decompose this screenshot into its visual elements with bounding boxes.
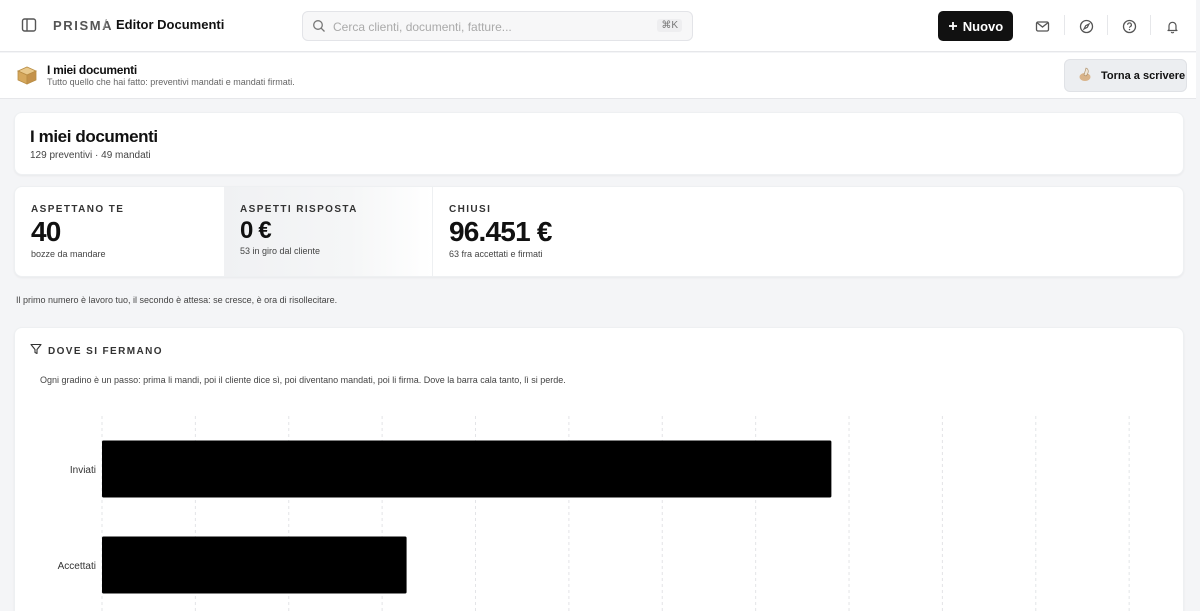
box-icon [16,65,38,90]
stat-closed[interactable]: CHIUSI 96.451 € 63 fra accettati e firma… [433,187,642,276]
quill-icon [1077,66,1093,85]
page-title-card: I miei documenti 129 preventivi · 49 man… [14,112,1184,175]
stat-note: 63 fra accettati e firmati [449,249,543,259]
toolbar-divider [1150,15,1151,35]
category-label: Inviati [70,465,96,476]
mail-icon[interactable] [1030,14,1054,38]
page-subtitle: 129 preventivi · 49 mandati [30,150,151,161]
search-icon [312,19,326,38]
plus-icon [948,19,958,34]
search-shortcut-badge: ⌘K [657,19,682,32]
funnel-bar-inviati[interactable] [102,440,832,498]
stat-label: ASPETTANO TE [31,204,125,215]
breadcrumb-current: Editor Documenti [116,17,225,32]
new-button-label: Nuovo [962,18,1004,34]
page-title: I miei documenti [30,127,158,146]
back-button-label: Torna a scrivere [1101,69,1186,82]
stat-note: bozze da mandare [31,249,106,259]
help-icon[interactable] [1117,14,1141,38]
funnel-bar-accettati[interactable] [102,536,407,594]
section-description: Tutto quello che hai fatto: preventivi m… [47,77,295,87]
stats-hint: Il primo numero è lavoro tuo, il secondo… [16,295,338,305]
stat-note: 53 in giro dal cliente [240,246,321,256]
funnel-chart: Inviati Accettati [58,416,1130,611]
sidebar-toggle-icon[interactable] [18,14,40,36]
toolbar-divider [1107,15,1108,35]
stat-awaiting-reply[interactable]: ASPETTI RISPOSTA 0 € 53 in giro dal clie… [224,187,433,276]
breadcrumb-separator: / [103,16,107,32]
compass-icon[interactable] [1074,14,1098,38]
toolbar-divider [1064,15,1065,35]
stats-card: ASPETTANO TE 40 bozze da mandare ASPETTI… [14,186,1184,277]
stat-label: ASPETTI RISPOSTA [240,204,358,215]
section-title: I miei documenti [47,63,137,77]
new-button[interactable]: Nuovo [938,11,1013,41]
stat-value: 0 € [240,217,272,244]
search-input[interactable] [333,17,653,37]
stat-value: 40 [31,216,61,247]
section-header: I miei documenti Tutto quello che hai fa… [0,53,1196,99]
category-label: Accettati [58,561,96,572]
back-to-writing-button[interactable]: Torna a scrivere [1064,59,1187,92]
top-bar: PRISMA / Editor Documenti ⌘K Nuovo [0,0,1196,52]
funnel-card: DOVE SI FERMANO Ogni gradino è un passo:… [14,327,1184,611]
bell-icon[interactable] [1160,14,1184,38]
stat-value: 96.451 € [449,216,552,247]
search-box[interactable]: ⌘K [302,11,693,41]
stat-label: CHIUSI [449,204,492,215]
stat-waiting-you[interactable]: ASPETTANO TE 40 bozze da mandare [15,187,224,276]
